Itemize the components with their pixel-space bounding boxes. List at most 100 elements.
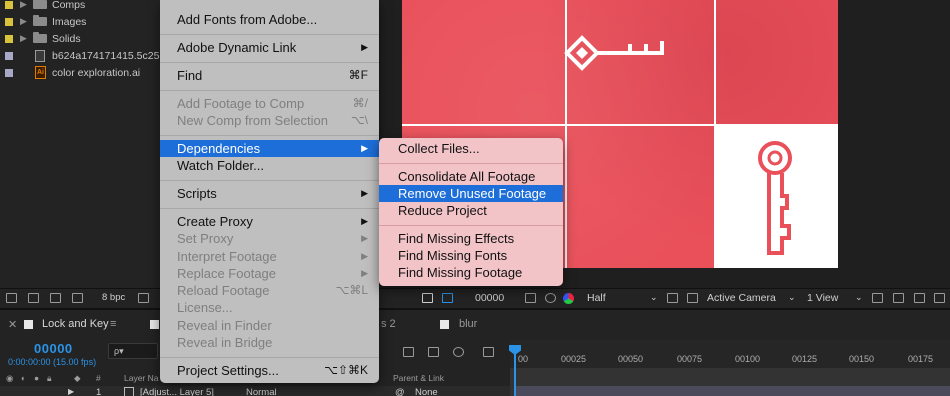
- menu-item-license[interactable]: License...: [160, 299, 379, 316]
- disclosure-triangle-icon[interactable]: ▶: [20, 0, 27, 10]
- close-tab-icon[interactable]: ✕: [8, 318, 17, 331]
- draft-3d-icon[interactable]: [403, 347, 414, 357]
- project-item-name: color exploration.ai: [52, 66, 141, 79]
- menu-item-consolidate-all-footage[interactable]: Consolidate All Footage: [379, 168, 563, 185]
- menu-item-label: New Comp from Selection: [177, 113, 328, 128]
- menu-item-label: Reveal in Finder: [177, 318, 272, 333]
- resolution-dropdown[interactable]: Half: [587, 292, 606, 304]
- menu-item-project-settings[interactable]: Project Settings... ⌥⇧⌘K: [160, 362, 379, 379]
- transparency-grid-icon[interactable]: [442, 293, 453, 303]
- chevron-down-icon[interactable]: ⌄: [650, 292, 658, 303]
- disclosure-triangle-icon[interactable]: ▶: [20, 33, 27, 44]
- project-item-folder[interactable]: ▶ Images: [0, 13, 160, 30]
- eye-icon[interactable]: ◉: [6, 373, 13, 384]
- bit-depth-button[interactable]: 8 bpc: [102, 292, 125, 303]
- index-column-header[interactable]: #: [96, 373, 101, 383]
- time-ruler[interactable]: 00 00025 00050 00075 00100 00125 00150 0…: [510, 340, 950, 368]
- current-time-display[interactable]: 00000: [34, 341, 73, 356]
- fast-preview-icon[interactable]: [893, 293, 904, 303]
- disclosure-triangle-icon[interactable]: ▶: [20, 16, 27, 27]
- flowchart-view-icon[interactable]: [934, 293, 945, 303]
- layer-search-input[interactable]: ρ▾: [108, 343, 158, 359]
- shortcut-label: ⌘F: [348, 68, 368, 82]
- menu-separator: [379, 225, 563, 226]
- menu-item-remove-unused-footage[interactable]: Remove Unused Footage: [379, 185, 563, 202]
- timeline-panel: ✕ Lock and Key ≡ s 2 blur 00000 0:00:00:…: [0, 308, 950, 396]
- menu-item-find[interactable]: Find ⌘F: [160, 67, 379, 84]
- menu-item-create-proxy[interactable]: Create Proxy ▶: [160, 213, 379, 230]
- menu-item-reveal-in-bridge[interactable]: Reveal in Bridge: [160, 334, 379, 351]
- label-color-chip[interactable]: [5, 51, 13, 60]
- label-color-chip[interactable]: [5, 17, 13, 26]
- graph-editor-icon[interactable]: [483, 347, 494, 357]
- menu-item-reduce-project[interactable]: Reduce Project: [379, 202, 563, 219]
- playhead-line[interactable]: [514, 350, 516, 396]
- interpret-footage-icon[interactable]: [6, 293, 17, 303]
- menu-item-set-proxy[interactable]: Set Proxy ▶: [160, 230, 379, 247]
- show-snapshot-icon[interactable]: [545, 293, 556, 303]
- tab-comp-2[interactable]: s 2: [381, 318, 396, 330]
- transparency-icon[interactable]: [687, 293, 698, 303]
- parent-pickwhip-icon[interactable]: @: [395, 387, 405, 396]
- flowchart-icon[interactable]: [72, 293, 83, 303]
- solo-icon[interactable]: ●: [34, 373, 39, 383]
- parent-dropdown[interactable]: None: [415, 387, 438, 396]
- blend-mode-dropdown[interactable]: Normal: [246, 387, 277, 396]
- project-item-folder[interactable]: ▶ Solids: [0, 30, 160, 47]
- layer-name-column-header[interactable]: Layer Na: [124, 373, 159, 383]
- panel-menu-icon[interactable]: ≡: [110, 318, 116, 330]
- layer-track-area[interactable]: [510, 368, 950, 396]
- layer-duration-bar[interactable]: [516, 386, 950, 396]
- view-layout-dropdown[interactable]: 1 View: [807, 292, 838, 304]
- tab-blur[interactable]: blur: [459, 318, 477, 330]
- label-tag-icon[interactable]: ◆: [74, 373, 81, 384]
- toggle-pixel-aspect-icon[interactable]: [872, 293, 883, 303]
- parent-link-column-header[interactable]: Parent & Link: [393, 373, 444, 383]
- viewer-timecode[interactable]: 00000: [475, 292, 504, 304]
- label-color-chip[interactable]: [5, 68, 13, 77]
- label-color-chip[interactable]: [5, 34, 13, 43]
- region-of-interest-icon[interactable]: [422, 293, 433, 303]
- menu-item-watch-folder[interactable]: Watch Folder...: [160, 157, 379, 174]
- ruler-tick-label: 00100: [735, 354, 761, 364]
- menu-item-interpret-footage[interactable]: Interpret Footage ▶: [160, 248, 379, 265]
- menu-item-scripts[interactable]: Scripts ▶: [160, 185, 379, 202]
- layer-name[interactable]: [Adjust... Layer 5]: [140, 387, 214, 396]
- camera-dropdown[interactable]: Active Camera: [707, 292, 776, 304]
- project-item-folder[interactable]: ▶ Comps: [0, 0, 160, 13]
- project-item-name: Comps: [52, 0, 86, 11]
- menu-item-dependencies[interactable]: Dependencies ▶: [160, 140, 379, 157]
- chevron-down-icon[interactable]: ⌄: [855, 292, 863, 303]
- menu-separator: [160, 62, 379, 63]
- tab-lock-and-key[interactable]: Lock and Key: [42, 318, 109, 330]
- frame-blending-icon[interactable]: [453, 347, 464, 357]
- menu-item-find-missing-fonts[interactable]: Find Missing Fonts: [379, 247, 563, 264]
- project-item-file[interactable]: Ai color exploration.ai: [0, 64, 160, 81]
- menu-item-find-missing-footage[interactable]: Find Missing Footage: [379, 264, 563, 281]
- timeline-icon[interactable]: [914, 293, 925, 303]
- menu-item-new-comp-from-selection[interactable]: New Comp from Selection ⌥\: [160, 112, 379, 129]
- lock-icon[interactable]: 🔒︎: [47, 373, 52, 384]
- color-channel-icon[interactable]: [563, 293, 574, 304]
- menu-item-add-fonts[interactable]: Add Fonts from Adobe...: [160, 11, 379, 28]
- menu-item-add-footage-to-comp[interactable]: Add Footage to Comp ⌘/: [160, 95, 379, 112]
- layer-row[interactable]: ▶ 1 [Adjust... Layer 5] Normal @ None: [0, 386, 510, 396]
- shy-layers-icon[interactable]: [428, 347, 439, 357]
- menu-item-replace-footage[interactable]: Replace Footage ▶: [160, 265, 379, 282]
- menu-item-reload-footage[interactable]: Reload Footage ⌥⌘L: [160, 282, 379, 299]
- menu-item-find-missing-effects[interactable]: Find Missing Effects: [379, 230, 563, 247]
- audio-icon[interactable]: ◖: [20, 373, 25, 383]
- label-color-chip[interactable]: [5, 0, 13, 9]
- menu-item-dynamic-link[interactable]: Adobe Dynamic Link ▶: [160, 39, 379, 56]
- menu-item-collect-files[interactable]: Collect Files...: [379, 140, 563, 157]
- project-item-file[interactable]: b624a174171415.5c251: [0, 47, 165, 64]
- chevron-down-icon[interactable]: ⌄: [788, 292, 796, 303]
- menu-separator: [160, 34, 379, 35]
- new-comp-icon[interactable]: [50, 293, 61, 303]
- menu-item-reveal-in-finder[interactable]: Reveal in Finder: [160, 317, 379, 334]
- trash-icon[interactable]: [138, 293, 149, 303]
- new-folder-icon[interactable]: [28, 293, 39, 303]
- snapshot-camera-icon[interactable]: [525, 293, 536, 303]
- expand-layer-icon[interactable]: ▶: [68, 387, 74, 396]
- region-icon[interactable]: [667, 293, 678, 303]
